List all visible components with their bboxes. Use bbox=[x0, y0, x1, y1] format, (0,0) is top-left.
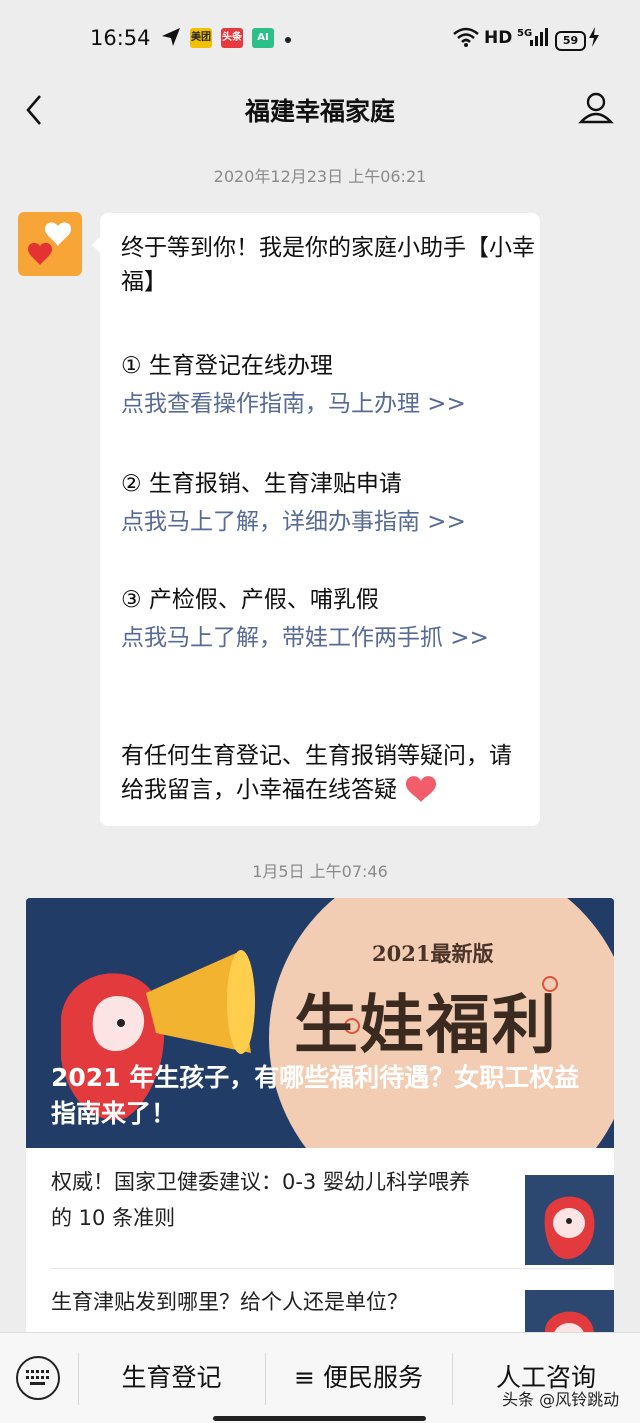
network-hd-label: HD bbox=[484, 28, 513, 48]
menu-birth-registration[interactable]: 生育登记 bbox=[78, 1333, 265, 1423]
service-item-registration: ① 生育登记在线办理 bbox=[121, 353, 333, 379]
profile-icon[interactable] bbox=[576, 86, 616, 130]
page-title: 福建幸福家庭 bbox=[244, 97, 395, 126]
keyboard-icon bbox=[26, 1370, 49, 1385]
account-avatar[interactable] bbox=[18, 212, 82, 276]
article-item-title: 生育津贴发到哪里？给个人还是单位？ bbox=[51, 1290, 408, 1314]
title-bar: 福建幸福家庭 bbox=[0, 80, 640, 140]
app-notification-icon: AI bbox=[252, 28, 274, 48]
article-item-title: 权威！国家卫健委建议：0-3 婴幼儿科学喂养的 10 条准则 bbox=[51, 1170, 470, 1230]
location-arrow-icon bbox=[162, 28, 180, 46]
registration-guide-link[interactable]: 点我查看操作指南，马上办理 >> bbox=[121, 387, 536, 421]
more-notifications-dot bbox=[285, 37, 291, 43]
article-hero[interactable]: 2021最新版 生娃福利 2021 年生孩子，有哪些福利待遇？女职工权益指南来了… bbox=[26, 898, 614, 1148]
signal-icon bbox=[530, 28, 548, 46]
banner-edition-badge: 2021最新版 bbox=[372, 941, 494, 966]
service-item-reimbursement: ② 生育报销、生育津贴申请 bbox=[121, 471, 402, 497]
status-time: 16:54 bbox=[90, 26, 151, 50]
menu-public-services[interactable]: ≡ 便民服务 bbox=[265, 1333, 452, 1423]
meituan-app-icon: 美团 bbox=[190, 28, 212, 48]
article-thumbnail bbox=[525, 1290, 614, 1338]
article-card: 2021最新版 生娃福利 2021 年生孩子，有哪些福利待遇？女职工权益指南来了… bbox=[26, 898, 614, 1338]
status-bar: 16:54 美团 头条 AI HD 5G 59 bbox=[0, 0, 640, 80]
message-timestamp: 1月5日 上午07:46 bbox=[252, 862, 388, 881]
closing-text: 有任何生育登记、生育报销等疑问，请给我留言，小幸福在线答疑 bbox=[121, 743, 512, 803]
wifi-icon bbox=[453, 27, 479, 47]
battery-level: 59 bbox=[555, 31, 586, 51]
mascot-image bbox=[525, 1290, 614, 1338]
leave-guide-link[interactable]: 点我马上了解，带娃工作两手抓 >> bbox=[121, 621, 521, 655]
article-title: 2021 年生孩子，有哪些福利待遇？女职工权益指南来了！ bbox=[51, 1063, 580, 1128]
banner-headline: 生娃福利 bbox=[294, 988, 558, 1063]
article-thumbnail bbox=[525, 1175, 614, 1265]
home-indicator[interactable] bbox=[213, 1416, 426, 1421]
message-timestamp: 2020年12月23日 上午06:21 bbox=[213, 167, 427, 186]
heart-logo-icon bbox=[18, 212, 82, 276]
greeting-text: 终于等到你！我是你的家庭小助手【小幸福】 bbox=[121, 235, 535, 295]
heart-emoji-icon bbox=[406, 776, 437, 802]
keyboard-toggle[interactable] bbox=[16, 1356, 60, 1400]
charging-icon bbox=[589, 27, 599, 47]
article-list-item[interactable]: 权威！国家卫健委建议：0-3 婴幼儿科学喂养的 10 条准则 bbox=[51, 1150, 614, 1269]
message-bubble: 终于等到你！我是你的家庭小助手【小幸福】 ① 生育登记在线办理 点我查看操作指南… bbox=[92, 213, 540, 826]
toutiao-app-icon: 头条 bbox=[221, 28, 243, 48]
article-list-item[interactable]: 生育津贴发到哪里？给个人还是单位？ bbox=[51, 1270, 614, 1338]
mascot-image bbox=[525, 1175, 614, 1265]
watermark-text: 头条 @风铃跳动 bbox=[502, 1390, 620, 1409]
service-item-leave: ③ 产检假、产假、哺乳假 bbox=[121, 587, 379, 613]
reimbursement-guide-link[interactable]: 点我马上了解，详细办事指南 >> bbox=[121, 505, 536, 539]
